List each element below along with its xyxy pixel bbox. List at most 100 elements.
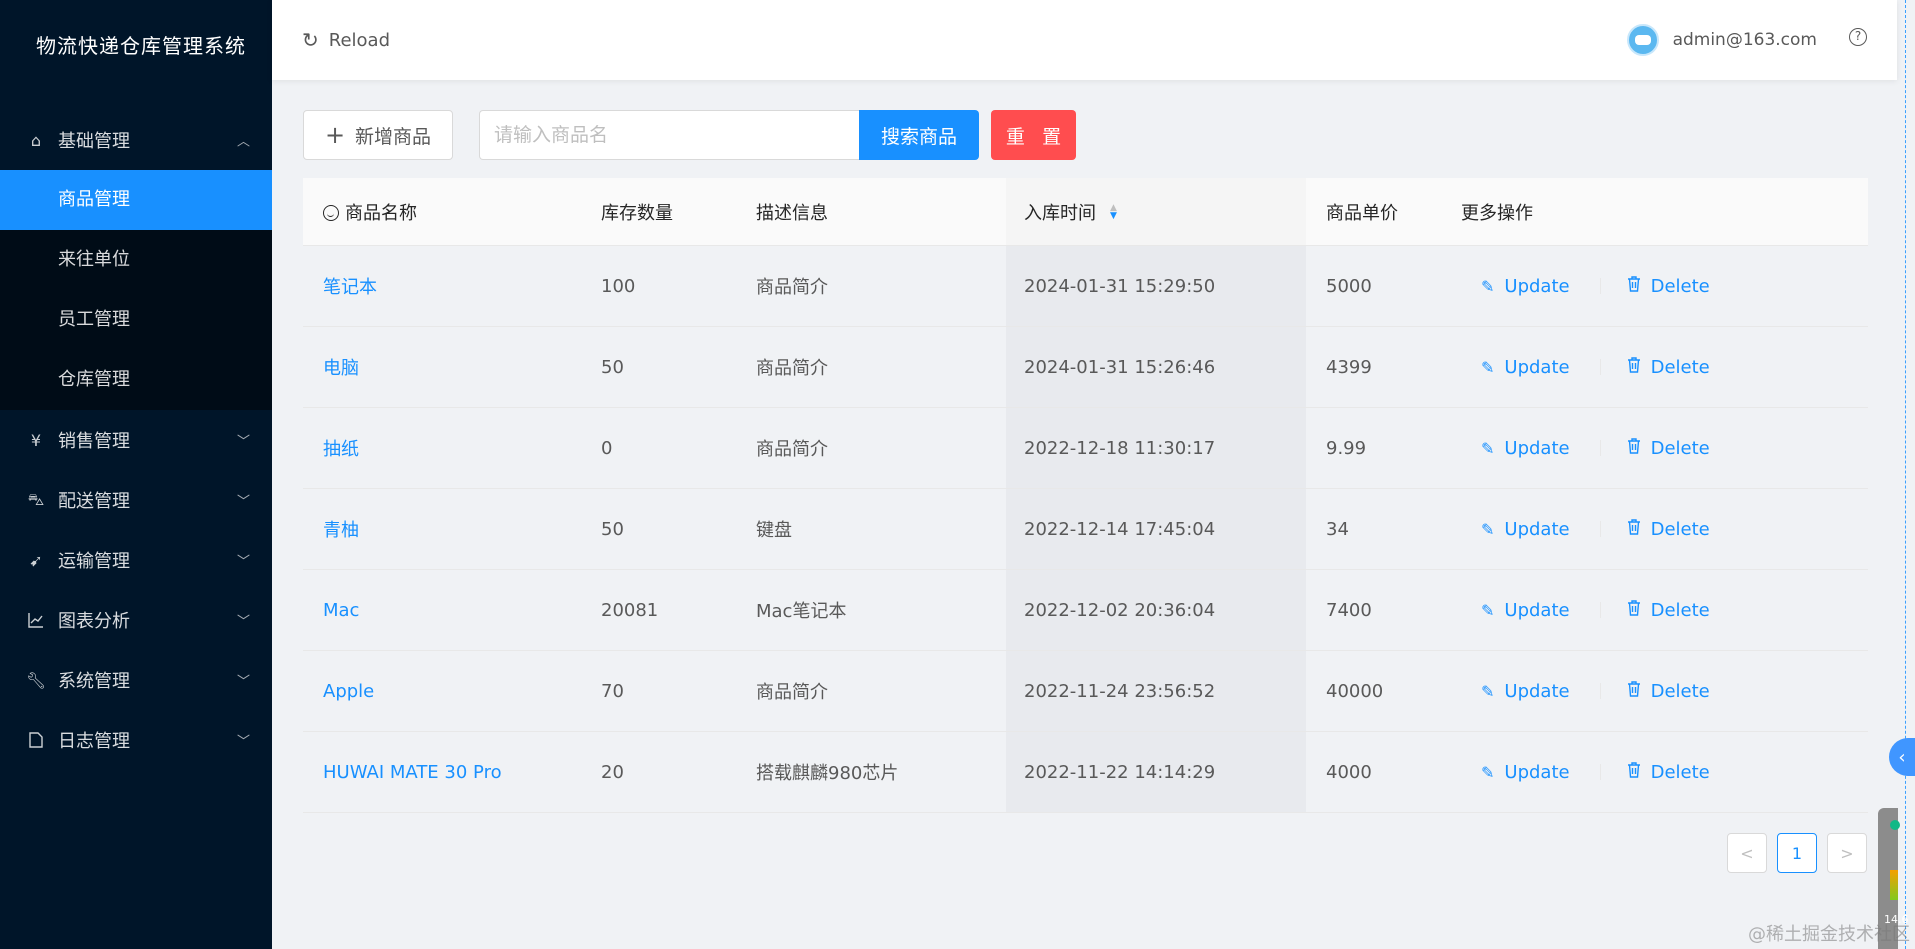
col-header-stock: 库存数量	[601, 202, 673, 224]
goods-name-link[interactable]: 抽纸	[323, 439, 359, 460]
collapse-panel-button[interactable]: ‹	[1889, 738, 1915, 776]
goods-name-link[interactable]: Mac	[323, 600, 359, 621]
price-cell: 34	[1326, 518, 1349, 540]
time-cell: 2022-12-14 17:45:04	[1006, 489, 1306, 569]
menu-group-transport[interactable]: ➹ 运输管理 ﹀	[0, 530, 272, 590]
menu-group-sales[interactable]: ¥ 销售管理 ﹀	[0, 410, 272, 470]
add-goods-button[interactable]: + 新增商品	[303, 110, 453, 160]
update-label: Update	[1504, 680, 1570, 702]
goods-name-link[interactable]: 电脑	[323, 358, 359, 379]
table-row: Mac 20081 Mac笔记本 2022-12-02 20:36:04 740…	[303, 570, 1868, 651]
menu-group-label: 图表分析	[58, 611, 130, 632]
sidebar-item-partners[interactable]: 来往单位	[0, 230, 272, 290]
page-1-button[interactable]: 1	[1777, 833, 1817, 873]
update-button[interactable]: ✎ Update	[1481, 438, 1570, 459]
search-button[interactable]: 搜索商品	[859, 110, 979, 160]
delete-button[interactable]: Delete	[1627, 438, 1710, 459]
price-cell: 4399	[1326, 356, 1372, 378]
update-button[interactable]: ✎ Update	[1481, 600, 1570, 621]
stock-cell: 20	[601, 761, 624, 783]
stock-cell: 20081	[601, 599, 659, 621]
table-row: HUWAI MATE 30 Pro 20 搭载麒麟980芯片 2022-11-2…	[303, 732, 1868, 813]
update-label: Update	[1504, 761, 1570, 783]
actions-cell: ✎ Update Delete	[1461, 519, 1861, 540]
divider	[1599, 359, 1601, 375]
col-header-desc: 描述信息	[756, 202, 828, 224]
delete-button[interactable]: Delete	[1627, 600, 1710, 621]
edit-icon: ✎	[1481, 276, 1495, 296]
delete-button[interactable]: Delete	[1627, 357, 1710, 378]
delete-button[interactable]: Delete	[1627, 276, 1710, 297]
divider	[1599, 521, 1601, 537]
update-button[interactable]: ✎ Update	[1481, 762, 1570, 783]
status-bar	[1890, 870, 1898, 900]
search-input[interactable]	[479, 110, 859, 160]
col-header-label: 入库时间	[1024, 202, 1096, 224]
stock-cell: 50	[601, 518, 624, 540]
sidebar-item-warehouse[interactable]: 仓库管理	[0, 350, 272, 410]
chevron-down-icon: ﹀	[236, 614, 250, 630]
divider	[1599, 764, 1601, 780]
menu-group-logs[interactable]: 日志管理 ﹀	[0, 710, 272, 770]
user-email: admin@163.com	[1672, 30, 1817, 50]
delete-button[interactable]: Delete	[1627, 519, 1710, 540]
update-label: Update	[1504, 599, 1570, 621]
reset-button[interactable]: 重 置	[991, 110, 1076, 160]
edit-icon: ✎	[1481, 762, 1495, 782]
sidebar-item-goods[interactable]: 商品管理	[0, 170, 272, 230]
desc-cell: 商品简介	[756, 358, 828, 379]
delete-label: Delete	[1650, 275, 1710, 297]
price-cell: 9.99	[1326, 437, 1367, 459]
goods-name-link[interactable]: 青柚	[323, 520, 359, 541]
stock-cell: 0	[601, 437, 613, 459]
prev-page-button[interactable]: <	[1727, 833, 1767, 873]
edit-icon: ✎	[1481, 519, 1495, 539]
update-button[interactable]: ✎ Update	[1481, 681, 1570, 702]
menu-group-basic[interactable]: ⌂ 基础管理 ︿	[0, 110, 272, 170]
menu-group-system[interactable]: 🔧︎ 系统管理 ﹀	[0, 650, 272, 710]
sort-icon[interactable]: ▲ ▼	[1110, 203, 1117, 220]
trash-icon	[1627, 276, 1641, 296]
delete-button[interactable]: Delete	[1627, 762, 1710, 783]
divider	[1599, 602, 1601, 618]
chevron-down-icon: ﹀	[236, 494, 250, 510]
update-label: Update	[1504, 437, 1570, 459]
delete-label: Delete	[1650, 518, 1710, 540]
update-button[interactable]: ✎ Update	[1481, 519, 1570, 540]
yen-icon: ¥	[30, 430, 42, 450]
delete-label: Delete	[1650, 680, 1710, 702]
goods-name-link[interactable]: HUWAI MATE 30 Pro	[323, 762, 502, 783]
update-label: Update	[1504, 275, 1570, 297]
next-page-button[interactable]: >	[1827, 833, 1867, 873]
sidebar: 物流快递仓库管理系统 ⌂ 基础管理 ︿ 商品管理 来往单位 员工管理 仓库管理 …	[0, 0, 272, 949]
table-header: 商品名称 库存数量 描述信息 入库时间 ▲ ▼ 商品单价 更多操作	[303, 178, 1868, 246]
price-cell: 5000	[1326, 275, 1372, 297]
user-menu[interactable]: admin@163.com	[1626, 24, 1817, 56]
sidebar-item-staff[interactable]: 员工管理	[0, 290, 272, 350]
edit-icon: ✎	[1481, 438, 1495, 458]
divider	[1599, 440, 1601, 456]
question-circle-icon[interactable]: ?	[1849, 28, 1867, 46]
submenu-basic: 商品管理 来往单位 员工管理 仓库管理	[0, 170, 272, 410]
delete-label: Delete	[1650, 437, 1710, 459]
goods-name-link[interactable]: 笔记本	[323, 277, 377, 298]
update-button[interactable]: ✎ Update	[1481, 357, 1570, 378]
time-cell: 2024-01-31 15:26:46	[1006, 327, 1306, 407]
delete-button[interactable]: Delete	[1627, 681, 1710, 702]
update-button[interactable]: ✎ Update	[1481, 276, 1570, 297]
price-cell: 40000	[1326, 680, 1384, 702]
reload-button[interactable]: ↻ Reload	[302, 28, 390, 52]
menu-group-delivery[interactable]: ⛍ 配送管理 ﹀	[0, 470, 272, 530]
chevron-down-icon: ﹀	[236, 434, 250, 450]
menu-group-label: 销售管理	[58, 431, 130, 452]
trash-icon	[1627, 519, 1641, 539]
time-cell: 2022-12-18 11:30:17	[1006, 408, 1306, 488]
goods-name-link[interactable]: Apple	[323, 681, 374, 702]
col-header-time[interactable]: 入库时间 ▲ ▼	[1006, 178, 1306, 245]
stock-cell: 50	[601, 356, 624, 378]
menu-group-charts[interactable]: 图表分析 ﹀	[0, 590, 272, 650]
update-label: Update	[1504, 356, 1570, 378]
delete-label: Delete	[1650, 356, 1710, 378]
top-header: ↻ Reload admin@163.com ?	[272, 0, 1897, 80]
menu-group-label: 基础管理	[58, 131, 130, 152]
